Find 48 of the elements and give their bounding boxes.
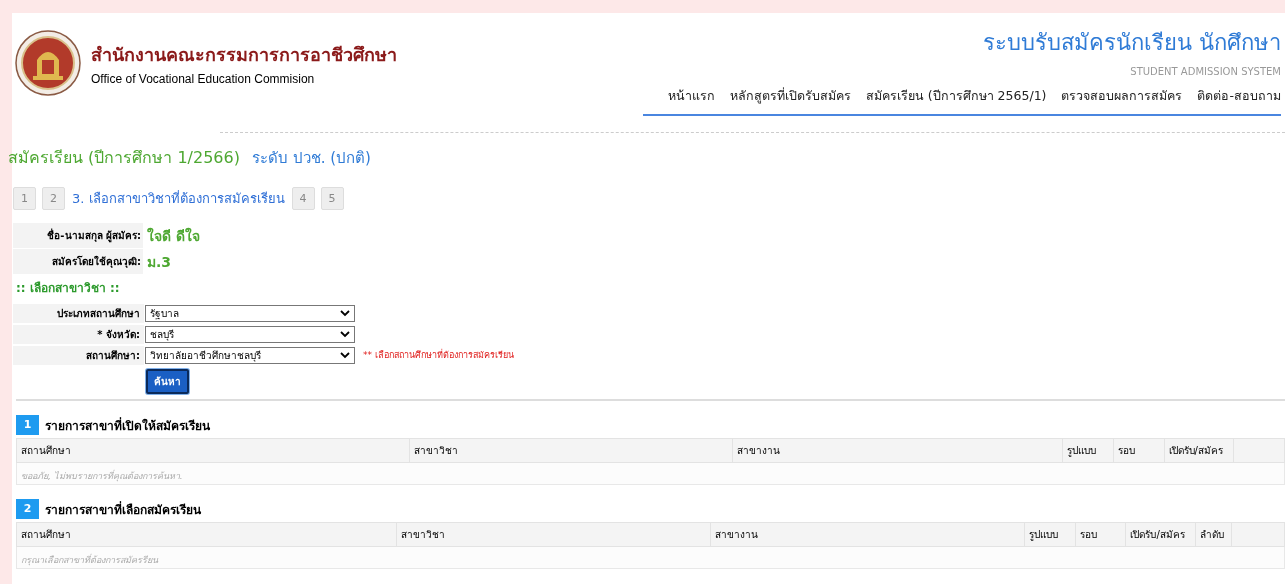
table-title: รายการสาขาที่เปิดให้สมัครเรียน (45, 416, 210, 435)
column-header: รอบ (1113, 438, 1164, 463)
system-subtitle: STUDENT ADMISSION SYSTEM (1130, 66, 1281, 77)
empty-message: ขออภัย, ไม่พบรายการที่คุณต้องการค้นหา. (21, 471, 183, 481)
nav-link[interactable]: สมัครเรียน (ปีการศึกษา 2565/1) (865, 86, 1047, 106)
nav-link[interactable]: ติดต่อ-สอบถาม (1197, 86, 1281, 106)
field-value: ใจดี ดีใจ (146, 226, 200, 246)
page-title: สมัครเรียน (ปีการศึกษา 1/2566) (8, 147, 240, 169)
column-header: สาขางาน (732, 438, 1063, 463)
column-header: เปิดรับ/สมัคร (1125, 522, 1196, 547)
system-title: ระบบรับสมัครนักเรียน นักศึกษา (983, 30, 1281, 56)
field-value: ม.3 (146, 252, 172, 272)
search-button[interactable]: ค้นหา (146, 369, 189, 394)
table-title: รายการสาขาที่เลือกสมัครเรียน (45, 500, 201, 519)
column-header: รูปแบบ (1062, 438, 1114, 463)
field-label: ประเภทสถานศึกษา (13, 303, 144, 323)
emblem-icon (15, 30, 81, 96)
step-tab[interactable]: 3. เลือกสาขาวิชาที่ต้องการสมัครเรียน (71, 184, 286, 213)
section-title: :: เลือกสาขาวิชา :: (16, 280, 121, 297)
level-label: ระดับ ปวช. (ปกติ) (251, 148, 371, 169)
nav-link[interactable]: ตรวจสอบผลการสมัคร (1061, 86, 1183, 106)
dropdown[interactable]: รัฐบาล (145, 304, 355, 322)
field-label: ชื่อ-นามสกุล ผู้สมัคร: (13, 223, 143, 248)
column-header: เปิดรับ/สมัคร (1164, 438, 1234, 463)
chevron-down-icon (340, 330, 350, 338)
column-header: สาขาวิชา (409, 438, 733, 463)
section-number: 1 (16, 415, 39, 435)
column-header: สาขางาน (710, 522, 1025, 547)
chevron-down-icon (340, 309, 350, 317)
nav-link[interactable]: หลักสูตรที่เปิดรับสมัคร (729, 86, 851, 106)
dropdown[interactable]: ชลบุรี (145, 325, 355, 343)
column-header: สถานศึกษา (16, 438, 410, 463)
column-header: ลำดับ (1195, 522, 1232, 547)
empty-message: กรุณาเลือกสาขาที่ต้องการสมัครรียน (21, 555, 158, 565)
organization-name-english: Office of Vocational Education Commision (91, 72, 316, 86)
column-header: สาขาวิชา (396, 522, 711, 547)
section-number: 2 (16, 499, 39, 519)
column-header: สถานศึกษา (16, 522, 397, 547)
column-header: รูปแบบ (1024, 522, 1076, 547)
column-header: รอบ (1075, 522, 1126, 547)
field-label: สถานศึกษา: (13, 345, 144, 365)
nav-link[interactable]: หน้าแรก (667, 86, 715, 106)
hint-text: ** เลือกสถานศึกษาที่ต้องการสมัครเรียน (363, 348, 514, 362)
organization-name: สำนักงานคณะกรรมการการอาชีวศึกษา (91, 43, 397, 67)
dropdown[interactable]: วิทยาลัยอาชีวศึกษาชลบุรี (145, 346, 355, 364)
chevron-down-icon (340, 351, 350, 359)
field-label: สมัครโดยใช้คุณวุฒิ: (13, 249, 143, 274)
field-label: * จังหวัด: (13, 324, 144, 344)
